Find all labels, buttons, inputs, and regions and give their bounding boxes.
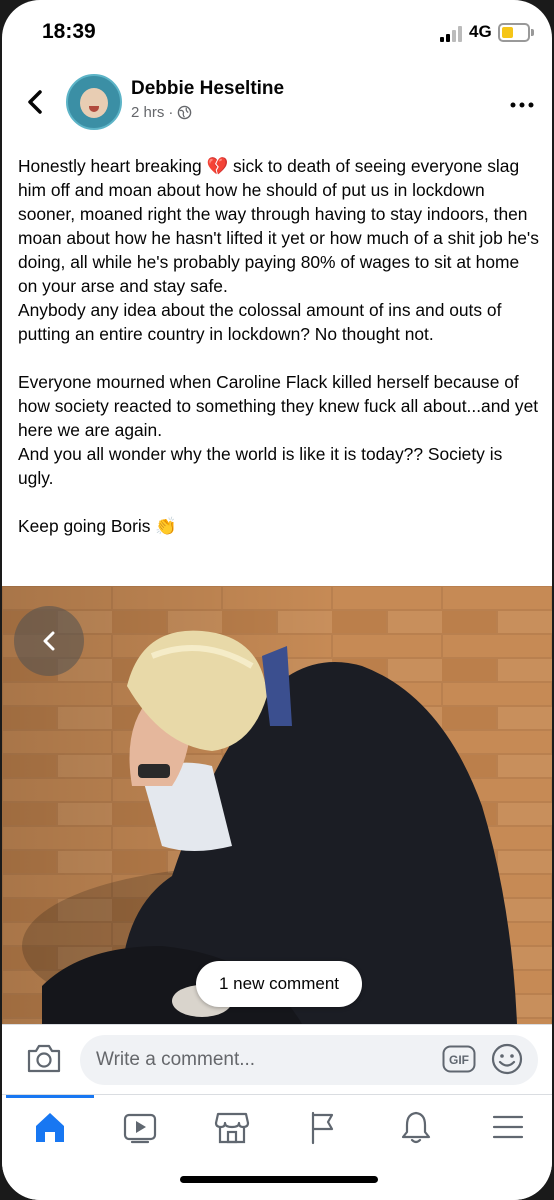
home-icon [36,1113,64,1142]
post-time[interactable]: 2 hrs [131,104,164,121]
home-indicator[interactable] [180,1176,378,1183]
tab-pages[interactable] [302,1109,342,1145]
camera-button[interactable] [26,1042,62,1074]
more-options-button[interactable] [510,96,534,108]
tab-notifications[interactable] [396,1109,436,1145]
post-paragraph: Everyone mourned when Caroline Flack kil… [18,372,539,440]
photo-image [2,586,552,1024]
menu-icon [492,1115,524,1139]
flag-icon [311,1111,334,1145]
post-body: Honestly heart breaking 💔 sick to death … [18,154,540,538]
video-icon [123,1113,157,1144]
chevron-left-icon [28,90,42,114]
meta-separator: · [168,104,174,121]
camera-icon [27,1044,61,1073]
phone-screen: 18:39 4G Debbie Heseltine 2 hrs · Honest… [2,0,552,1200]
active-tab-indicator [6,1095,94,1098]
bottom-tab-bar [2,1094,552,1200]
status-time: 18:39 [42,20,96,43]
globe-icon [178,105,192,120]
post-photo[interactable] [2,586,552,1024]
more-icon [510,102,534,108]
marketplace-icon [214,1112,250,1144]
network-label: 4G [469,22,492,41]
gif-label: GIF [449,1053,469,1067]
tab-home[interactable] [30,1109,70,1145]
tab-watch[interactable] [120,1109,160,1145]
gif-icon: GIF [442,1045,476,1073]
tab-marketplace[interactable] [212,1109,252,1145]
smiley-icon [491,1043,523,1075]
post-paragraph: Honestly heart breaking 💔 sick to death … [18,156,539,296]
post-paragraph: And you all wonder why the world is like… [18,444,503,488]
new-comment-label: 1 new comment [219,974,339,993]
signal-icon [440,26,466,42]
status-bar: 18:39 4G [2,0,552,62]
gif-button[interactable]: GIF [442,1045,476,1073]
bell-icon [401,1111,431,1144]
tab-menu[interactable] [488,1109,528,1145]
emoji-button[interactable] [490,1042,524,1076]
post-meta: 2 hrs · [131,104,192,121]
photo-prev-button[interactable] [14,606,84,676]
author-name[interactable]: Debbie Heseltine [131,78,284,100]
post-paragraph: Keep going Boris 👏 [18,516,177,536]
comment-placeholder: Write a comment... [96,1049,256,1070]
chevron-left-icon [43,631,55,651]
avatar[interactable] [66,74,122,130]
battery-icon [498,23,534,42]
back-button[interactable] [22,86,50,118]
new-comment-pill[interactable]: 1 new comment [196,961,362,1007]
post-paragraph: Anybody any idea about the colossal amou… [18,300,502,344]
